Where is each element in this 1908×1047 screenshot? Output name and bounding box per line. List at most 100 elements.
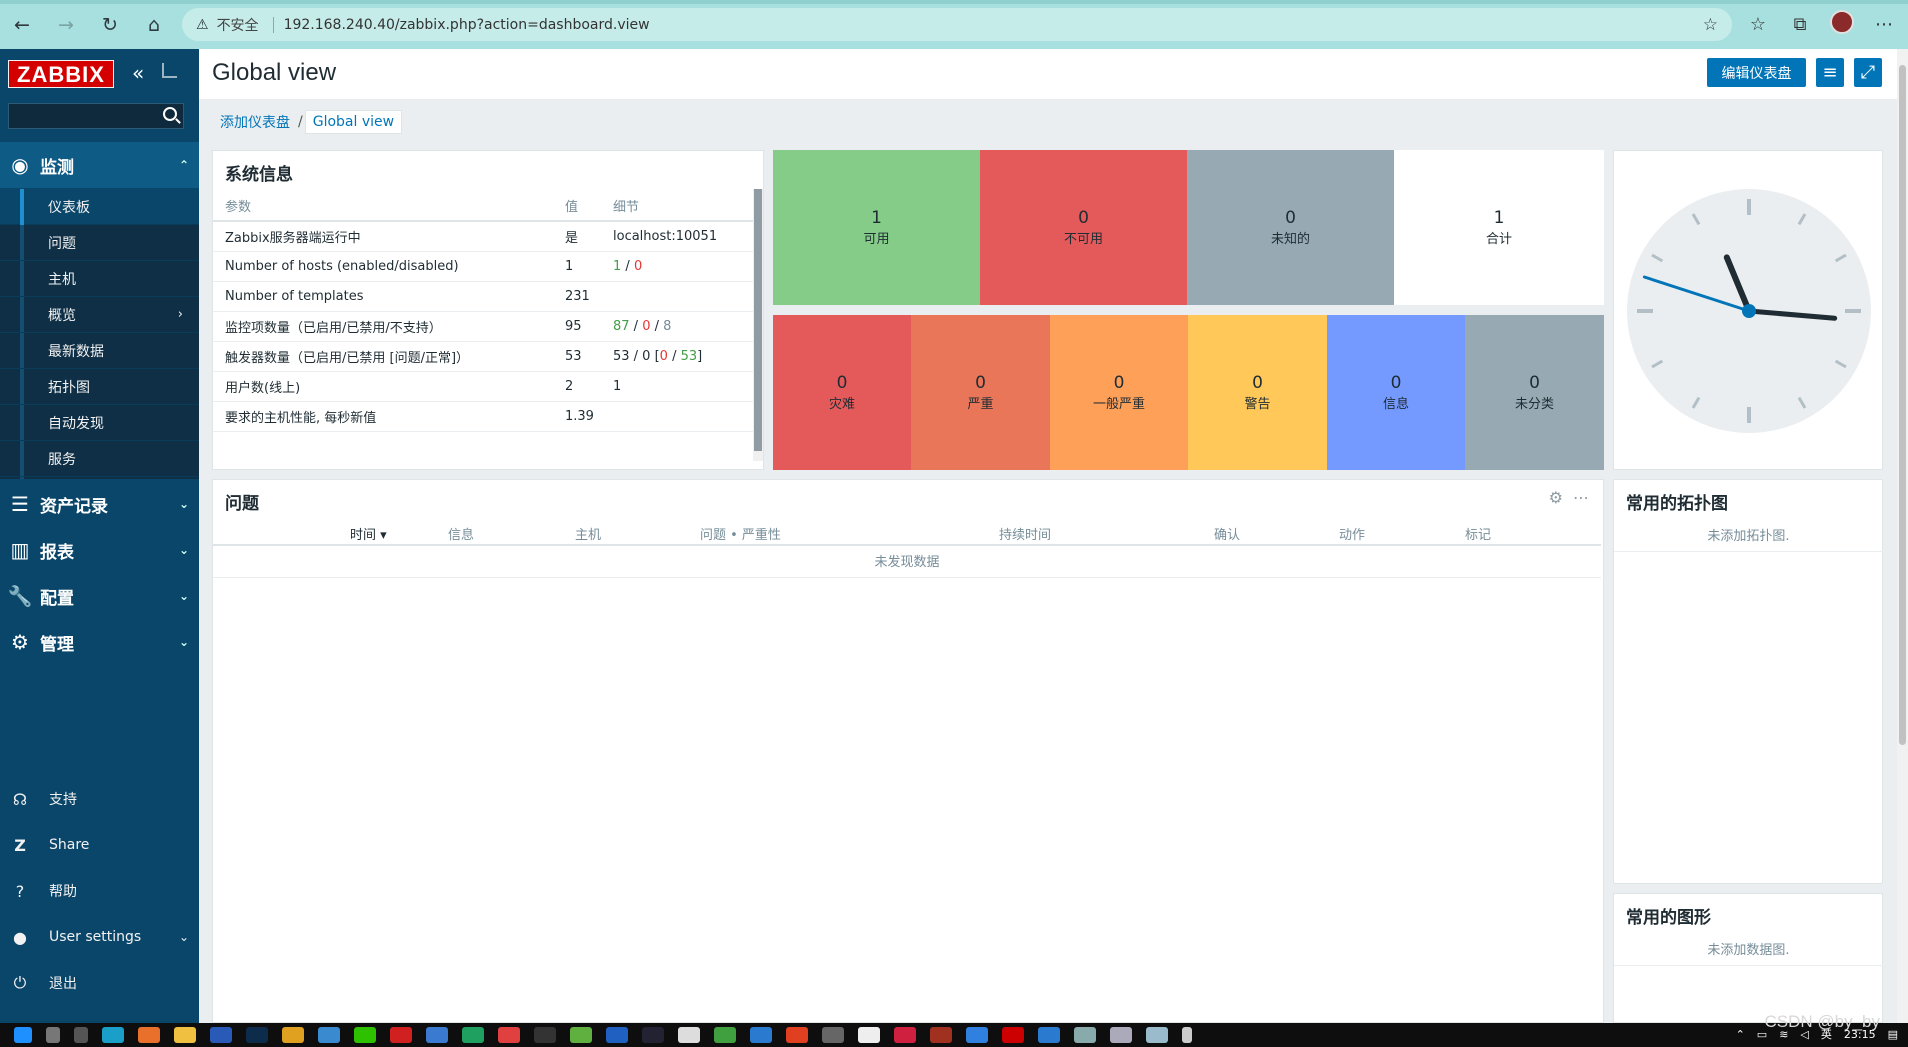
more-icon[interactable]: ⋯ (1573, 488, 1589, 507)
netease-music-icon[interactable] (390, 1027, 412, 1043)
sidebar-item-maps[interactable]: 拓扑图 (0, 369, 199, 405)
breadcrumb-dashboards-link[interactable]: 添加仪表盘 (214, 112, 296, 132)
app-icon[interactable] (714, 1027, 736, 1043)
xmind-icon[interactable] (894, 1027, 916, 1043)
home-icon[interactable]: ⌂ (132, 5, 176, 45)
severity-tile-warning[interactable]: 0 警告 (1188, 315, 1327, 470)
menu-inventory[interactable]: ☰ 资产记录 ⌄ (0, 481, 199, 527)
sidebar-item-discovery[interactable]: 自动发现 (0, 405, 199, 441)
sidebar-item-hosts[interactable]: 主机 (0, 261, 199, 297)
notepad-icon[interactable] (678, 1027, 700, 1043)
app-icon[interactable] (1074, 1027, 1096, 1043)
sidebar-item-overview[interactable]: 概览 › (0, 297, 199, 333)
search-icon[interactable] (46, 1027, 60, 1043)
severity-tile-high[interactable]: 0 严重 (911, 315, 1050, 470)
sidebar-signout[interactable]: ⏻ 退出 (0, 960, 199, 1006)
availability-tile-not-available[interactable]: 0 不可用 (980, 150, 1187, 305)
widget-scrollbar[interactable] (753, 189, 763, 461)
back-icon[interactable]: ← (0, 5, 44, 45)
app-icon[interactable] (462, 1027, 484, 1043)
app-icon[interactable] (606, 1027, 628, 1043)
sidebar-user-settings[interactable]: ● User settings ⌄ (0, 914, 199, 960)
menu-reports[interactable]: ▥ 报表 ⌄ (0, 527, 199, 573)
vscode-icon[interactable] (750, 1027, 772, 1043)
url-text[interactable]: 192.168.240.40/zabbix.php?action=dashboa… (284, 17, 650, 33)
column-header-time[interactable]: 时间 ▾ (350, 524, 387, 543)
menu-administration[interactable]: ⚙ 管理 ⌄ (0, 619, 199, 665)
app-icon[interactable] (1146, 1027, 1168, 1043)
severity-tile-not-classified[interactable]: 0 未分类 (1465, 315, 1604, 470)
dashboard-actions-menu-button[interactable]: ≡ (1816, 58, 1844, 87)
bracket-close: ] (697, 348, 703, 364)
value-cell: 231 (553, 281, 601, 312)
tile-count: 0 (1285, 208, 1296, 228)
favorites-icon[interactable]: ☆ (1744, 14, 1772, 35)
address-bar[interactable]: ⚠ 不安全 192.168.240.40/zabbix.php?action=d… (182, 8, 1732, 41)
app-icon[interactable] (1182, 1027, 1192, 1043)
wechat-icon[interactable] (354, 1027, 376, 1043)
chrome-icon[interactable] (498, 1027, 520, 1043)
word-icon[interactable] (210, 1027, 232, 1043)
file-explorer-icon[interactable] (174, 1027, 196, 1043)
collapse-sidebar-icon[interactable]: « (132, 61, 144, 85)
notification-icon[interactable]: ▤ (1888, 1028, 1898, 1041)
task-view-icon[interactable] (74, 1027, 88, 1043)
page-scrollbar-thumb[interactable] (1899, 65, 1906, 745)
app-icon[interactable] (930, 1027, 952, 1043)
breadcrumb-current[interactable]: Global view (304, 110, 403, 134)
sidebar-item-label: 概览 (48, 307, 76, 324)
more-icon[interactable]: ⋯ (1870, 14, 1898, 35)
edge-browser-icon[interactable] (102, 1027, 124, 1043)
typora-icon[interactable] (858, 1027, 880, 1043)
edit-dashboard-button[interactable]: 编辑仪表盘 (1707, 58, 1806, 87)
availability-tile-available[interactable]: 1 可用 (773, 150, 980, 305)
recorder-icon[interactable] (1002, 1027, 1024, 1043)
scrollbar-thumb[interactable] (754, 189, 762, 451)
param-cell: Zabbix服务器端运行中 (213, 221, 553, 252)
app-icon[interactable] (966, 1027, 988, 1043)
availability-tile-unknown[interactable]: 0 未知的 (1187, 150, 1394, 305)
search-icon[interactable] (163, 107, 177, 121)
app-icon[interactable] (786, 1027, 808, 1043)
page-scrollbar[interactable] (1897, 49, 1908, 1023)
availability-tile-total[interactable]: 1 合计 (1394, 150, 1604, 305)
fullscreen-button[interactable]: ⤢ (1854, 58, 1882, 87)
severity-tile-disaster[interactable]: 0 灾难 (773, 315, 911, 470)
column-header-parameter: 参数 (213, 191, 553, 222)
app-icon[interactable] (1110, 1027, 1132, 1043)
severity-tile-average[interactable]: 0 一般严重 (1050, 315, 1188, 470)
collections-icon[interactable]: ⧉ (1786, 14, 1814, 35)
app-icon[interactable] (570, 1027, 592, 1043)
steam-icon[interactable] (642, 1027, 664, 1043)
profile-avatar[interactable] (1828, 10, 1856, 39)
forward-icon[interactable]: → (44, 5, 88, 45)
windows-start-icon[interactable] (14, 1027, 32, 1043)
sidebar-item-problems[interactable]: 问题 (0, 225, 199, 261)
gear-icon[interactable]: ⚙ (1549, 488, 1563, 507)
bookmark-add-icon[interactable]: ☆ (1703, 15, 1718, 35)
app-icon[interactable] (426, 1027, 448, 1043)
severity-tile-information[interactable]: 0 信息 (1327, 315, 1465, 470)
detail-cell (601, 281, 757, 312)
reload-icon[interactable]: ↻ (88, 5, 132, 45)
menu-configuration[interactable]: 🔧 配置 ⌄ (0, 573, 199, 619)
app-icon[interactable] (318, 1027, 340, 1043)
app-icon[interactable] (822, 1027, 844, 1043)
zabbix-logo[interactable]: ZABBIX (8, 60, 114, 88)
firefox-icon[interactable] (138, 1027, 160, 1043)
tray-expand-icon[interactable]: ⌃ (1736, 1028, 1745, 1041)
menu-monitoring[interactable]: ◉ 监测 ⌃ (0, 142, 199, 188)
qq-icon[interactable] (534, 1027, 556, 1043)
sidebar-item-latest-data[interactable]: 最新数据 (0, 333, 199, 369)
sidebar-help[interactable]: ? 帮助 (0, 868, 199, 914)
app-icon[interactable] (1038, 1027, 1060, 1043)
photoshop-icon[interactable] (246, 1027, 268, 1043)
kiosk-mode-icon[interactable] (162, 63, 177, 78)
sidebar-item-services[interactable]: 服务 (0, 441, 199, 477)
sidebar-item-dashboard[interactable]: 仪表板 (0, 189, 199, 225)
sidebar-support[interactable]: ☊ 支持 (0, 776, 199, 822)
app-icon[interactable] (282, 1027, 304, 1043)
sidebar-share[interactable]: Z Share (0, 822, 199, 868)
search-input[interactable] (9, 104, 149, 128)
sidebar-search[interactable] (8, 103, 184, 129)
